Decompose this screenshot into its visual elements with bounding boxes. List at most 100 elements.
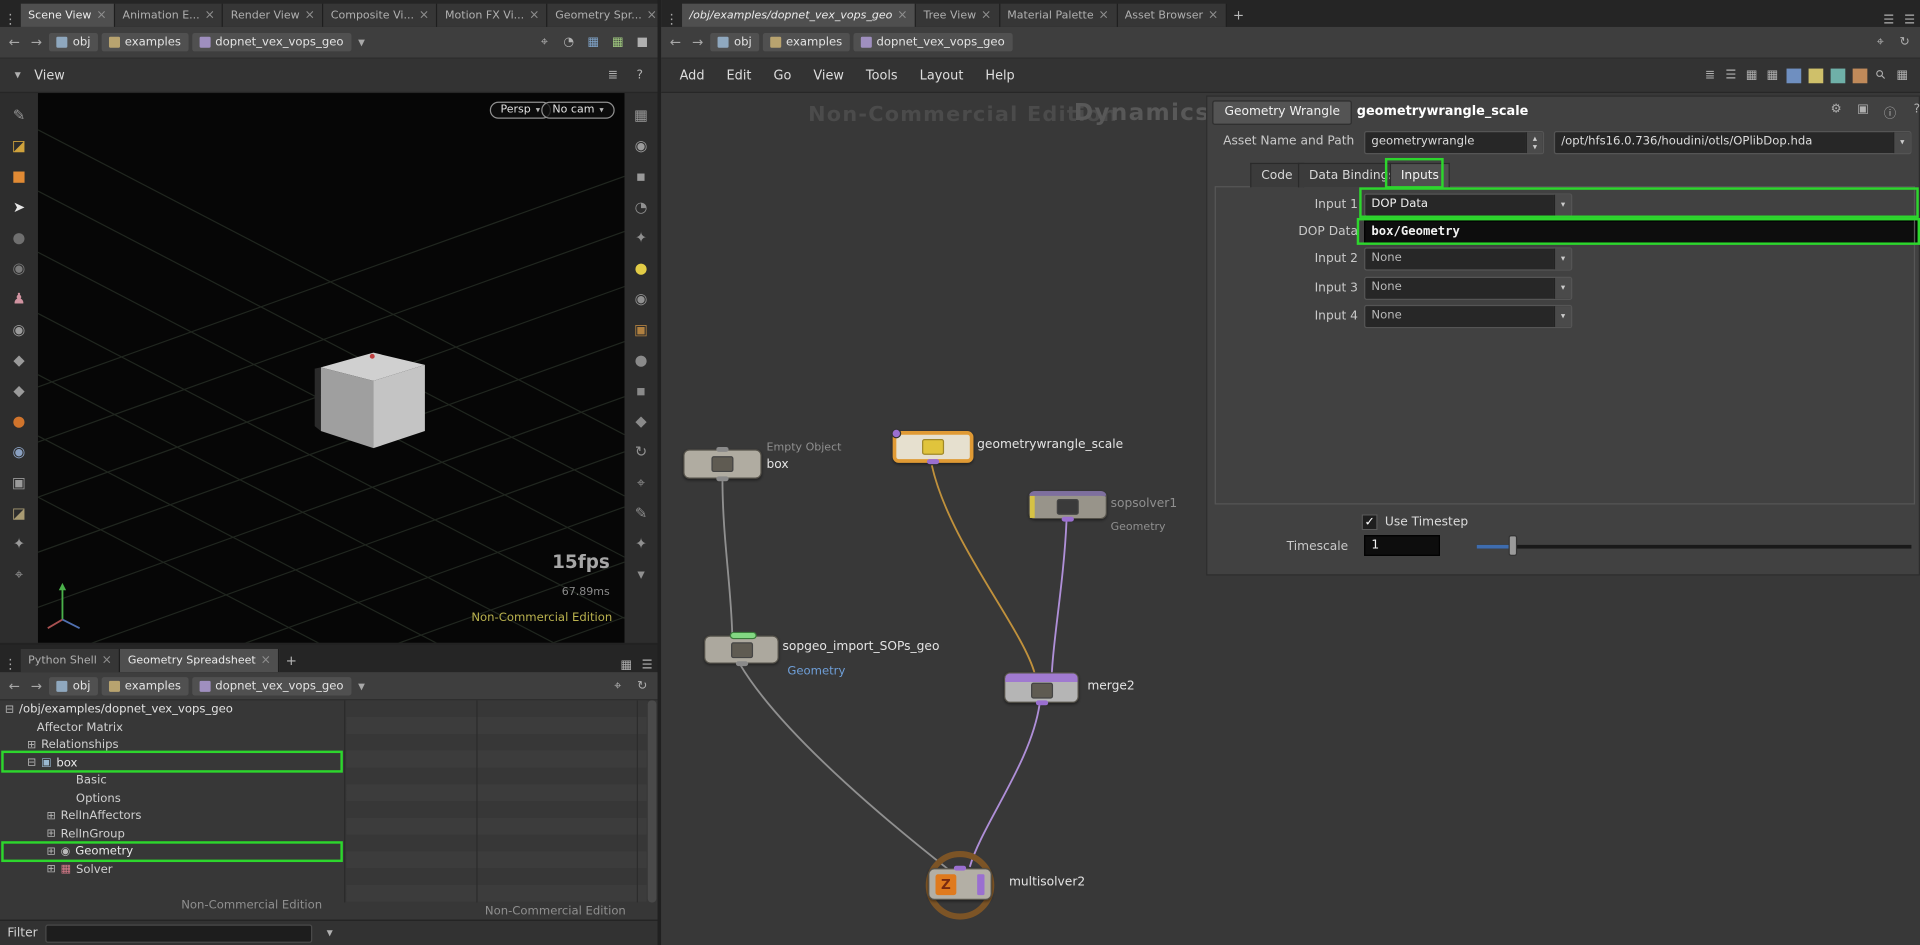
close-icon[interactable]: × [419,9,429,22]
breadcrumb-dopnet[interactable]: dopnet_vex_vops_geo [192,677,351,695]
close-icon[interactable]: × [1099,9,1109,22]
point-display-icon[interactable]: ● [624,345,657,376]
wire-wrangle-to-merge[interactable] [932,465,1035,673]
breadcrumb-obj[interactable]: obj [711,33,759,51]
fluid-tool-icon[interactable]: ◪ [0,498,38,529]
tool-icon[interactable]: ◉ [0,253,38,284]
bone-tool-icon[interactable]: ◆ [0,376,38,407]
tree-row-options[interactable]: Options [76,789,121,807]
viewport-3d[interactable]: Persp▾ No cam▾ 15fps 67.89ms Non-Commerc… [38,93,625,643]
wire-merge-to-multisolver[interactable] [970,704,1040,867]
camera-menu[interactable]: No cam▾ [541,102,614,119]
pane-drag-handle[interactable]: ⋮ [0,656,21,672]
expand-icon[interactable]: ⊞ [47,846,56,858]
presets-icon[interactable]: ▣ [1853,103,1874,116]
annotate-icon[interactable]: ✎ [624,498,657,529]
output-connector[interactable] [927,459,939,464]
menu-tools[interactable]: Tools [855,63,909,87]
breadcrumb-examples[interactable]: examples [763,33,850,51]
close-icon[interactable]: × [981,9,991,22]
merge-input-bar[interactable] [1005,673,1077,682]
node-name-field[interactable]: geometrywrangle_scale [1357,104,1529,119]
fx-icon[interactable]: ✦ [624,223,657,254]
breadcrumb-obj[interactable]: obj [50,33,98,51]
spreadsheet-rows[interactable] [347,700,647,902]
output-connector[interactable] [716,476,728,481]
reload-icon[interactable]: ↻ [632,679,653,692]
tab-material-palette[interactable]: Material Palette× [1000,4,1118,27]
history-icon[interactable]: ◔ [558,36,579,49]
pane-drag-handle[interactable]: ⋮ [0,11,21,27]
chevron-down-icon[interactable]: ▾ [1893,132,1910,153]
expand-icon[interactable]: ⊞ [47,810,56,822]
spinner-icon[interactable]: ▴▾ [1526,132,1543,153]
nav-back-button[interactable]: ← [5,678,24,694]
network-menu-icon[interactable]: ☰ [1720,69,1741,82]
node-box[interactable] [683,449,761,478]
menu-help[interactable]: Help [974,63,1025,87]
link-icon[interactable]: ▦ [583,36,604,49]
reload-icon[interactable]: ↻ [1894,36,1915,49]
wire-sopgeo-to-multisolver[interactable] [740,664,952,872]
badge-icon[interactable] [1853,68,1868,83]
tab-network-path[interactable]: /obj/examples/dopnet_vex_vops_geo× [682,4,916,27]
sparkle-icon[interactable]: ✦ [624,529,657,560]
expand-icon[interactable]: ⊞ [27,739,36,751]
shade-icon[interactable]: ◉ [624,284,657,315]
wire-style-icon[interactable] [1831,68,1846,83]
main-menu-icon[interactable]: ☰ [1899,13,1920,26]
node-sopgeo-import[interactable] [704,636,779,664]
wire-box-to-sopgeo[interactable] [722,479,732,635]
tab-code[interactable]: Code [1250,163,1303,187]
ik-tool-icon[interactable]: ● [0,407,38,438]
shape-palette-icon[interactable] [1809,68,1824,83]
select-tool-icon[interactable]: ➤ [0,192,38,223]
node-sopsolver-label[interactable]: sopsolver1 [1111,497,1178,510]
tree-row-relingroup[interactable]: ⊞RelInGroup [47,825,125,843]
tab-tree-view[interactable]: Tree View× [916,4,1000,27]
tree-row-basic[interactable]: Basic [76,771,107,789]
maximize-icon[interactable]: ■ [632,36,653,49]
paint-tool-icon[interactable]: ◪ [0,131,38,162]
search-icon[interactable]: ⚲ [1869,63,1893,87]
tree-row-geometry[interactable]: ⊞◉Geometry [47,842,134,860]
robot-tool-icon[interactable]: ◉ [0,315,38,346]
tab-inputs[interactable]: Inputs [1390,163,1450,187]
close-icon[interactable]: × [305,9,315,22]
tab-asset-browser[interactable]: Asset Browser× [1117,4,1226,27]
output-connector[interactable] [1035,700,1047,705]
marker-icon[interactable]: ▪ [624,376,657,407]
tab-scene-view[interactable]: Scene View× [21,4,115,27]
geometry-display-icon[interactable]: ▣ [624,315,657,346]
collapse-icon[interactable]: ⊟ [5,703,14,715]
node-geometrywrangle-scale[interactable] [893,431,974,463]
info-icon[interactable]: ⓘ [1880,103,1901,121]
menu-layout[interactable]: Layout [909,63,975,87]
close-icon[interactable]: × [102,654,112,667]
expand-icon[interactable]: ⊞ [47,863,56,875]
tree-root-row[interactable]: ⊟/obj/examples/dopnet_vex_vops_geo [5,700,233,718]
expand-icon[interactable]: ⊞ [47,828,56,840]
filter-dropdown-icon[interactable]: ▾ [319,926,340,939]
physics-tool-icon[interactable]: ◉ [0,437,38,468]
node-sopgeo-label[interactable]: sopgeo_import_SOPs_geo [782,640,939,653]
timeline-icon[interactable]: ◔ [624,192,657,223]
tree-row-relinaffectors[interactable]: ⊞RelInAffectors [47,807,142,825]
tree-row-affector-matrix[interactable]: Affector Matrix [37,718,123,736]
close-icon[interactable]: × [647,9,657,22]
nav-forward-button[interactable]: → [27,678,46,694]
node-merge-label[interactable]: merge2 [1087,680,1134,693]
character-tool-icon[interactable]: ♟ [0,284,38,315]
path-dropdown-icon[interactable]: ▾ [355,34,369,50]
lock-icon[interactable]: ▪ [624,162,657,193]
camera-lock-icon[interactable]: ◉ [624,131,657,162]
tool-icon[interactable]: ● [0,223,38,254]
breadcrumb-dopnet[interactable]: dopnet_vex_vops_geo [192,33,351,51]
tree-row-solver[interactable]: ⊞▦Solver [47,860,113,878]
viewport-help-icon[interactable]: ? [629,69,650,82]
tab-geometry-spreadsheet[interactable]: Geometry Spr...× [548,4,658,27]
layout-icon[interactable]: ▦ [624,100,657,131]
tab-motion-fx-view[interactable]: Motion FX Vi...× [438,4,548,27]
bypass-flag[interactable] [1030,496,1035,518]
filter-input[interactable] [45,924,312,942]
